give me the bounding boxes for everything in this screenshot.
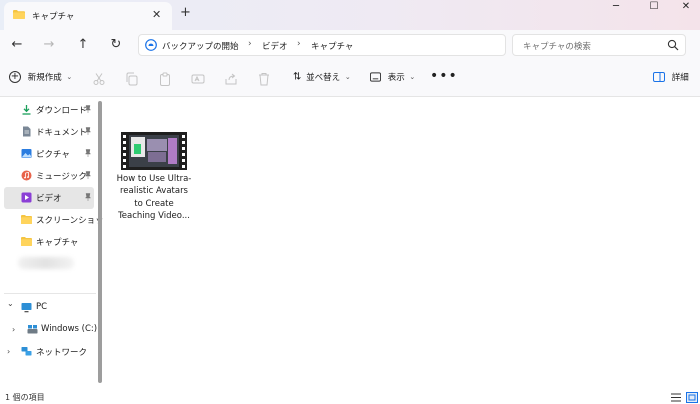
new-tab-button[interactable]: +	[180, 5, 191, 20]
cut-icon[interactable]	[92, 72, 106, 86]
refresh-button[interactable]: ↻	[108, 37, 124, 53]
sidebar-item-label: ビデオ	[36, 194, 62, 204]
sidebar-item-label: ミュージック	[36, 172, 87, 182]
tab-close-icon[interactable]: ✕	[152, 8, 161, 21]
new-label: 新規作成	[27, 73, 62, 83]
sidebar-item-label: ダウンロード	[36, 106, 88, 116]
details-pane-button[interactable]: 詳細	[653, 71, 689, 83]
pin-icon	[84, 105, 92, 113]
up-button[interactable]: ↑	[75, 37, 91, 53]
maximize-button[interactable]: ☐	[644, 1, 664, 15]
paste-icon[interactable]	[158, 72, 172, 86]
tab-title: キャプチャ	[32, 12, 75, 22]
chevron-down-icon: ⌄	[344, 73, 351, 81]
sidebar-item-capture[interactable]: キャプチャ	[0, 231, 94, 253]
new-button[interactable]: + 新規作成 ⌄	[9, 71, 72, 83]
folder-icon	[21, 215, 32, 224]
sidebar-item-label: Windows (C:)	[41, 324, 98, 334]
chevron-down-icon: ⌄	[409, 73, 416, 81]
sidebar-item-label: PC	[36, 302, 48, 312]
breadcrumb-item-capture[interactable]: キャプチャ	[311, 40, 353, 52]
backup-cloud-icon	[145, 39, 157, 51]
address-bar: ← → ↑ ↻ バックアップの開始 › ビデオ › キャプチャ キャプチャの検索	[0, 30, 700, 60]
sidebar-item-documents[interactable]: ドキュメント	[0, 121, 94, 143]
folder-icon	[13, 10, 25, 19]
chevron-down-icon: ⌄	[66, 73, 73, 81]
video-icon	[21, 192, 32, 203]
details-pane-icon	[653, 72, 665, 82]
folder-icon	[21, 237, 32, 246]
sidebar-item-label: ピクチャ	[36, 150, 70, 160]
search-icon	[667, 39, 679, 51]
view-icon	[370, 72, 381, 82]
minimize-button[interactable]: ─	[606, 1, 626, 15]
sidebar-item-label: キャプチャ	[36, 238, 79, 248]
music-icon	[21, 170, 32, 181]
details-label: 詳細	[671, 73, 689, 83]
file-list: How to Use Ultra-realistic Avatars to Cr…	[104, 97, 700, 390]
forward-button[interactable]: →	[41, 37, 57, 53]
back-button[interactable]: ←	[9, 37, 25, 53]
copy-icon[interactable]	[125, 72, 139, 86]
breadcrumb-separator-icon: ›	[297, 39, 301, 49]
pin-icon	[84, 127, 92, 135]
chevron-right-icon[interactable]: ›	[12, 325, 15, 334]
breadcrumb-separator-icon: ›	[248, 39, 252, 49]
large-icons-view-icon[interactable]	[686, 392, 698, 403]
breadcrumb-item-backup[interactable]: バックアップの開始	[162, 40, 239, 52]
close-button[interactable]: ✕	[676, 1, 696, 15]
chevron-down-icon[interactable]: ⌄	[7, 299, 14, 308]
drive-icon	[27, 325, 38, 334]
pc-icon	[21, 303, 32, 313]
breadcrumb[interactable]: バックアップの開始 › ビデオ › キャプチャ	[138, 34, 506, 56]
blurred-item	[18, 257, 74, 269]
sidebar-item-pictures[interactable]: ピクチャ	[0, 143, 94, 165]
share-icon[interactable]	[224, 72, 238, 86]
sidebar-item-music[interactable]: ミュージック	[0, 165, 94, 187]
document-icon	[23, 126, 31, 137]
file-name: How to Use Ultra-realistic Avatars to Cr…	[116, 174, 192, 222]
search-placeholder: キャプチャの検索	[523, 42, 591, 52]
view-label: 表示	[387, 73, 405, 83]
navigation-pane: ダウンロード ドキュメント ピクチャ ミュージック ビデオ スクリーンショット …	[0, 97, 112, 390]
sidebar-item-videos[interactable]: ビデオ	[4, 187, 94, 209]
title-bar: キャプチャ ✕ + ─ ☐ ✕	[0, 0, 700, 30]
pictures-icon	[21, 149, 32, 158]
sidebar-scrollbar[interactable]	[98, 101, 102, 383]
sidebar-item-label: ネットワーク	[36, 348, 88, 358]
plus-icon: +	[9, 71, 21, 83]
breadcrumb-item-video[interactable]: ビデオ	[262, 40, 288, 52]
sidebar-item-drive-c[interactable]: › Windows (C:)	[0, 319, 98, 341]
sidebar-item-label: ドキュメント	[36, 128, 88, 138]
delete-icon[interactable]	[257, 72, 271, 86]
item-count: 1 個の項目	[5, 393, 45, 402]
sidebar-item-network[interactable]: › ネットワーク	[0, 341, 94, 363]
sort-label: 並べ替え	[306, 73, 341, 83]
pin-icon	[84, 171, 92, 179]
rename-icon[interactable]	[191, 72, 205, 86]
details-view-icon[interactable]	[670, 392, 682, 403]
divider	[4, 293, 96, 294]
tab-capture[interactable]: キャプチャ ✕	[4, 2, 172, 30]
sort-icon: ⇅	[293, 71, 302, 83]
pin-icon	[84, 149, 92, 157]
video-file-thumbnail	[121, 132, 187, 170]
sidebar-item-downloads[interactable]: ダウンロード	[0, 99, 94, 121]
sidebar-item-pc[interactable]: ⌄ PC	[0, 297, 94, 319]
sort-button[interactable]: ⇅ 並べ替え ⌄	[293, 71, 351, 84]
pin-icon	[84, 193, 92, 201]
download-icon	[22, 105, 31, 115]
status-bar: 1 個の項目	[0, 390, 700, 404]
network-icon	[21, 347, 32, 356]
more-options-icon[interactable]: •••	[430, 68, 458, 84]
view-button[interactable]: 表示 ⌄	[370, 71, 415, 83]
sidebar-item-screenshots[interactable]: スクリーンショット	[0, 209, 112, 231]
chevron-right-icon[interactable]: ›	[7, 347, 10, 356]
search-input[interactable]: キャプチャの検索	[512, 34, 686, 56]
command-bar: + 新規作成 ⌄ ⇅ 並べ替え ⌄ 表示 ⌄ ••• 詳細	[0, 60, 700, 97]
